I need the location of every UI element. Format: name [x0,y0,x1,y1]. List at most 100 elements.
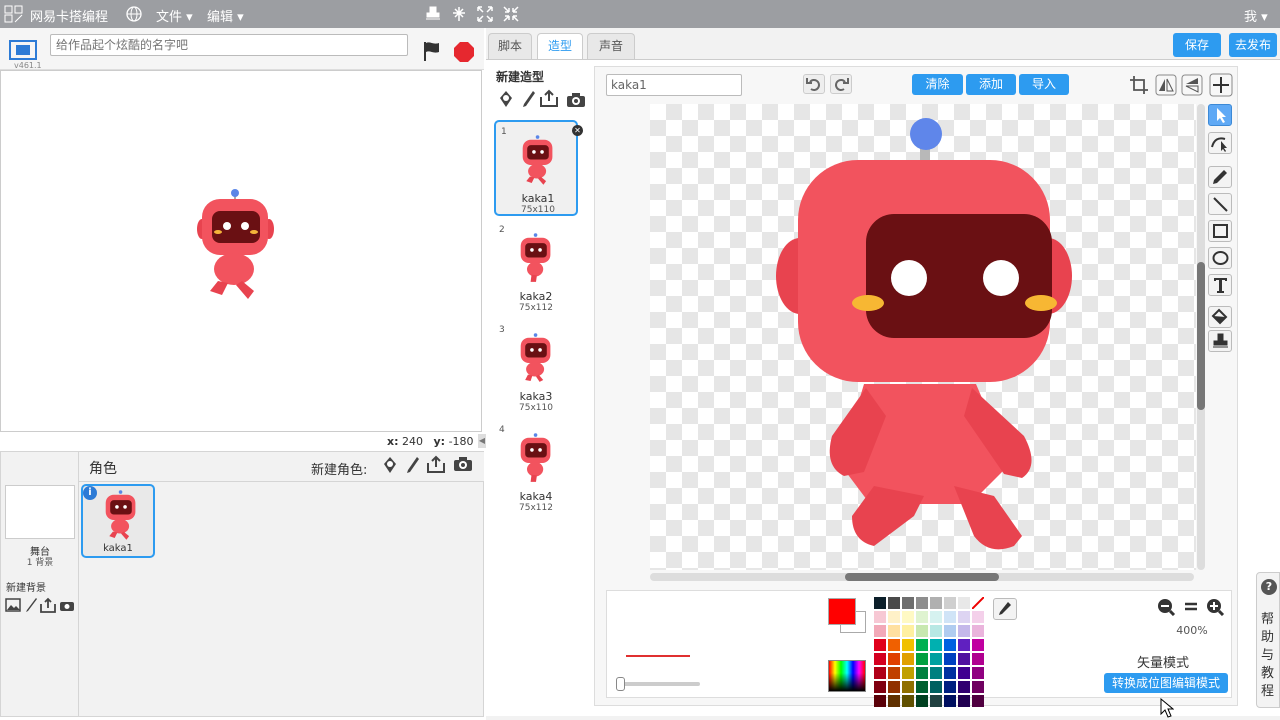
color-palette[interactable] [874,596,986,707]
color-swatch[interactable] [902,639,914,651]
undo-icon[interactable] [803,74,825,94]
color-swatch[interactable] [902,667,914,679]
color-swatch[interactable] [930,625,942,637]
backdrop-upload-icon[interactable] [40,597,56,613]
logo-icon[interactable] [4,5,24,23]
help-icon[interactable]: ? [1261,579,1277,595]
tab-sounds[interactable]: 声音 [587,33,635,59]
stage-canvas[interactable] [0,70,482,432]
color-swatch[interactable] [958,695,970,707]
costume-item[interactable]: 1 ✕ kaka1 75x110 [494,120,583,216]
shrink-icon[interactable] [502,5,520,23]
color-swatch[interactable] [958,597,970,609]
color-swatch[interactable] [916,611,928,623]
color-swatch[interactable] [916,653,928,665]
vertical-scroll-thumb[interactable] [1197,262,1205,410]
color-swatch[interactable] [874,639,886,651]
color-swatch[interactable] [888,639,900,651]
costume-drawing[interactable] [774,116,1074,556]
stamp-tool[interactable] [1208,330,1232,352]
convert-bitmap-button[interactable]: 转换成位图编辑模式 [1104,673,1228,693]
user-menu[interactable]: 我 ▾ [1244,6,1268,25]
menu-edit[interactable]: 编辑 ▾ [207,6,244,25]
color-swatch[interactable] [958,681,970,693]
pencil-tool[interactable] [1208,166,1232,188]
crop-icon[interactable] [1129,75,1149,95]
primary-color[interactable] [828,598,856,625]
color-swatch[interactable] [888,695,900,707]
grow-icon[interactable] [476,5,494,23]
color-swatch[interactable] [944,695,956,707]
color-swatch[interactable] [916,667,928,679]
color-swatch[interactable] [958,653,970,665]
costume-camera-icon[interactable] [566,92,586,108]
color-swatch[interactable] [916,639,928,651]
color-swatch[interactable] [930,597,942,609]
color-swatch[interactable] [874,667,886,679]
fill-tool[interactable] [1208,306,1232,328]
green-flag-icon[interactable] [421,40,443,62]
brand-name[interactable]: 网易卡搭编程 [30,6,108,25]
backdrop-library-icon[interactable] [5,598,21,612]
upload-icon[interactable] [426,455,446,473]
color-swatch[interactable] [930,639,942,651]
info-icon[interactable]: i [83,486,97,500]
color-swatch[interactable] [944,597,956,609]
color-swatch[interactable] [958,625,970,637]
cut-icon[interactable] [450,5,468,23]
backdrop-camera-icon[interactable] [59,599,75,612]
color-swatch[interactable] [944,681,956,693]
select-tool[interactable] [1208,104,1232,126]
horizontal-scroll-thumb[interactable] [845,573,999,581]
camera-icon[interactable] [453,456,473,472]
flip-horizontal-icon[interactable] [1155,74,1177,96]
stop-icon[interactable] [453,41,475,63]
costume-item[interactable]: 3 kaka3 75x110 [494,320,578,416]
color-swatch[interactable] [888,681,900,693]
color-swatch[interactable] [874,597,886,609]
duplicate-stamp-icon[interactable] [424,5,442,23]
color-swatch[interactable] [874,695,886,707]
add-button[interactable]: 添加 [966,74,1016,95]
color-swatch[interactable] [944,667,956,679]
sprite-tile-kaka1[interactable]: kaka1 i [81,484,155,558]
costume-upload-icon[interactable] [539,89,559,107]
text-tool[interactable] [1208,274,1232,296]
rectangle-tool[interactable] [1208,220,1232,242]
costume-item[interactable]: 2 kaka2 75x112 [494,220,578,316]
color-picker-spectrum[interactable] [828,660,866,692]
color-swatch[interactable] [874,611,886,623]
color-swatch[interactable] [916,695,928,707]
stroke-width-slider[interactable] [616,677,700,691]
collapse-stage-toggle[interactable]: ◀ [478,434,486,448]
color-swatch[interactable] [944,653,956,665]
no-color-swatch[interactable] [971,596,985,610]
vertical-scrollbar[interactable] [1197,104,1205,570]
help-panel-tab[interactable]: ? 帮助与教程 [1256,572,1280,708]
color-swatch[interactable] [930,681,942,693]
color-swatch[interactable] [972,625,984,637]
color-swatch[interactable] [972,639,984,651]
color-swatch[interactable] [972,611,984,623]
save-button[interactable]: 保存 [1173,33,1221,57]
color-swatch[interactable] [902,625,914,637]
color-swatch[interactable] [930,653,942,665]
zoom-out-icon[interactable] [1156,598,1176,617]
backdrop-paint-icon[interactable] [24,597,38,613]
horizontal-scrollbar[interactable] [650,573,1194,581]
costume-library-icon[interactable] [497,90,515,108]
publish-button[interactable]: 去发布 [1229,33,1277,57]
color-swatch[interactable] [888,611,900,623]
color-swatch[interactable] [958,639,970,651]
globe-icon[interactable] [125,5,143,23]
color-swatch[interactable] [916,597,928,609]
set-center-icon[interactable] [1209,73,1233,97]
color-swatch[interactable] [902,597,914,609]
color-swatch[interactable] [972,653,984,665]
kaka-sprite[interactable] [196,187,276,301]
tab-costumes[interactable]: 造型 [537,33,583,60]
color-swatch[interactable] [930,611,942,623]
color-swatch[interactable] [902,611,914,623]
import-button[interactable]: 导入 [1019,74,1069,95]
tab-scripts[interactable]: 脚本 [488,33,532,59]
